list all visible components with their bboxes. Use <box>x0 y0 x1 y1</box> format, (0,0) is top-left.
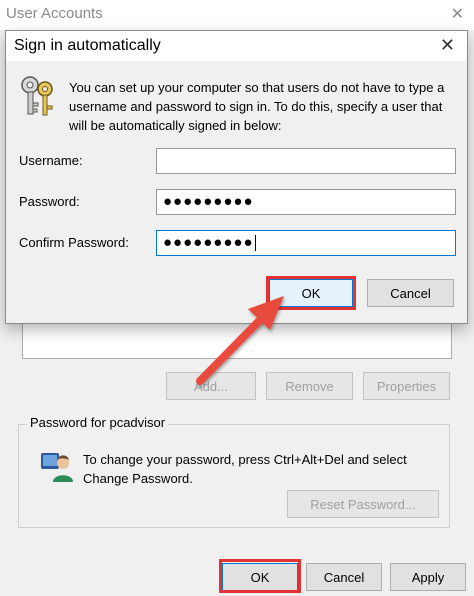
window-title: User Accounts <box>6 5 103 22</box>
users-list[interactable] <box>22 318 452 359</box>
dialog-ok-highlight-box <box>266 276 356 310</box>
confirm-password-value: ●●●●●●●●● <box>163 234 254 251</box>
properties-button[interactable]: Properties <box>363 372 450 400</box>
dialog-cancel-button[interactable]: Cancel <box>367 279 454 307</box>
username-field[interactable] <box>156 148 456 174</box>
reset-password-button[interactable]: Reset Password... <box>287 490 439 518</box>
dialog-title: Sign in automatically <box>14 37 161 54</box>
cancel-button[interactable]: Cancel <box>306 563 382 591</box>
username-label: Username: <box>19 153 83 168</box>
dialog-title-bar: Sign in automatically ✕ <box>6 31 467 61</box>
password-field[interactable]: ●●●●●●●●● <box>156 189 456 215</box>
password-value: ●●●●●●●●● <box>163 193 254 210</box>
password-groupbox: Password for pcadvisor To change your pa… <box>18 415 450 528</box>
close-icon[interactable]: ✕ <box>451 4 464 24</box>
add-button[interactable]: Add... <box>166 372 256 400</box>
apply-button[interactable]: Apply <box>390 563 466 591</box>
dialog-description: You can set up your computer so that use… <box>69 80 445 133</box>
ok-highlight-box <box>219 559 301 593</box>
password-label: Password: <box>19 194 80 209</box>
sign-in-automatically-dialog: Sign in automatically ✕ You can set up y… <box>5 30 468 324</box>
password-group-label: Password for pcadvisor <box>27 415 169 430</box>
text-caret <box>254 235 256 252</box>
confirm-password-label: Confirm Password: <box>19 235 129 250</box>
users-icon <box>41 453 73 482</box>
title-bar: User Accounts ✕ <box>0 0 474 30</box>
remove-button[interactable]: Remove <box>266 372 353 400</box>
keys-icon <box>21 76 53 116</box>
close-icon[interactable]: ✕ <box>440 35 455 56</box>
change-password-text: To change your password, press Ctrl+Alt+… <box>83 452 407 486</box>
confirm-password-field[interactable]: ●●●●●●●●● <box>156 230 456 256</box>
